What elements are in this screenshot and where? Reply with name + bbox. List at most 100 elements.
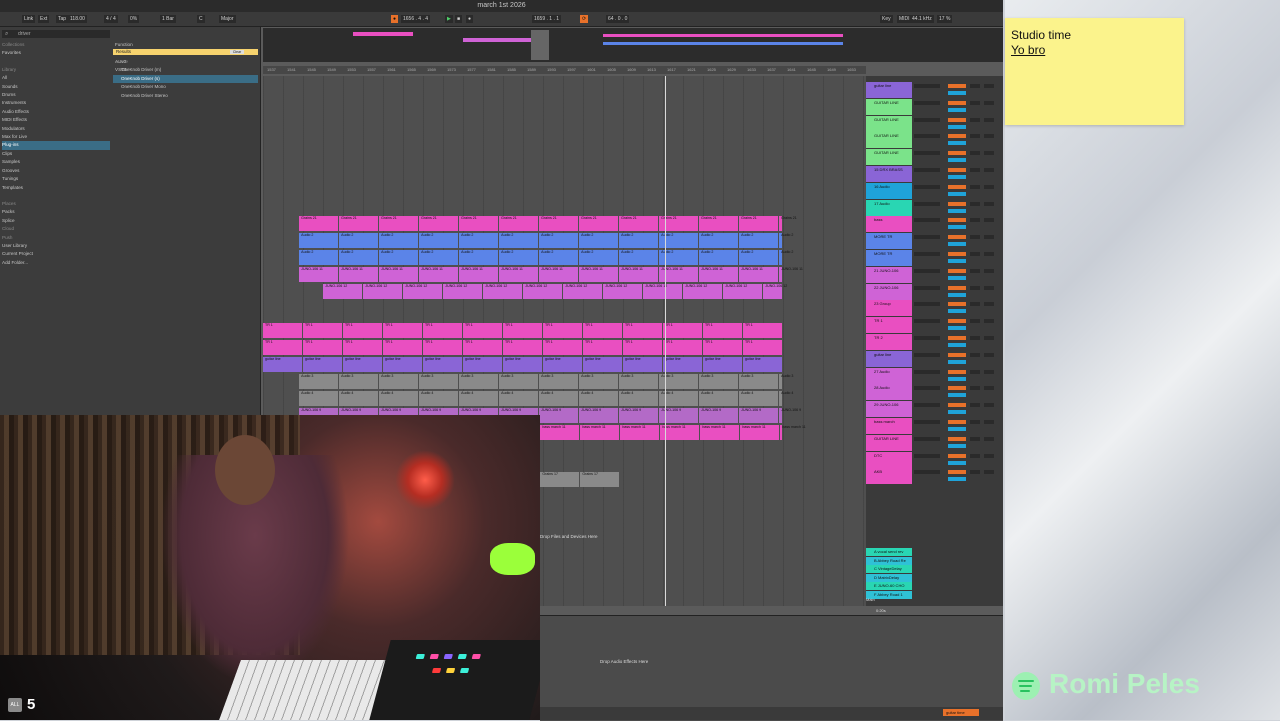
- arrangement-clip[interactable]: TR 1: [383, 340, 422, 355]
- arrangement-clip[interactable]: Audio 4: [459, 391, 499, 406]
- arrangement-clip[interactable]: JUNO-106 9: [619, 408, 659, 423]
- key-map-button[interactable]: Key: [880, 15, 893, 23]
- track-mixer-controls[interactable]: [914, 166, 1003, 182]
- arrangement-clip[interactable]: Audio 3: [619, 374, 659, 389]
- master-track[interactable]: Main: [866, 597, 875, 602]
- arrangement-clip[interactable]: Audio 3: [379, 374, 419, 389]
- track-mixer-controls[interactable]: [914, 216, 1003, 232]
- track-mixer-controls[interactable]: [914, 300, 1003, 316]
- arrangement-clip[interactable]: Audio 2: [339, 250, 379, 265]
- arrangement-clip[interactable]: TR 1: [343, 340, 382, 355]
- loop-length[interactable]: 64 . 0 . 0: [606, 15, 630, 23]
- arrangement-clip[interactable]: TR 1: [303, 323, 342, 338]
- arrangement-clip[interactable]: Audio 4: [339, 391, 379, 406]
- arrangement-clip[interactable]: Audio 2: [459, 250, 499, 265]
- arrangement-clip[interactable]: Audio 2: [699, 233, 739, 248]
- track-mixer-controls[interactable]: [914, 132, 1003, 148]
- track-header[interactable]: 22 JUNO-106: [866, 283, 912, 300]
- arrangement-clip[interactable]: Grains 21: [579, 216, 619, 231]
- track-header[interactable]: GUITAR LINE: [866, 115, 912, 132]
- arrangement-clip[interactable]: Audio 4: [699, 391, 739, 406]
- arrangement-clip[interactable]: guitar line: [623, 357, 662, 372]
- arrangement-clip[interactable]: JUNO-106 11: [739, 267, 779, 282]
- track-lane[interactable]: JUNO-106 11 JUNO-106 11 JUNO-106 11 JUNO-10…: [263, 267, 866, 283]
- arrangement-clip[interactable]: Audio 4: [419, 391, 459, 406]
- arrangement-clip[interactable]: Audio 3: [579, 374, 619, 389]
- arrangement-clip[interactable]: Audio 2: [699, 250, 739, 265]
- track-header[interactable]: 21 JUNO-106: [866, 266, 912, 283]
- return-track[interactable]: B Abbey Road Re: [866, 556, 912, 565]
- track-mixer-controls[interactable]: [914, 401, 1003, 417]
- track-header[interactable]: GUITAR LINE: [866, 132, 912, 149]
- arrangement-clip[interactable]: JUNO-106 11: [379, 267, 419, 282]
- track-mixer-controls[interactable]: [914, 452, 1003, 468]
- arrangement-clip[interactable]: Audio 3: [739, 374, 779, 389]
- browser-search[interactable]: ⌕ driver: [2, 30, 110, 38]
- track-lane[interactable]: guitar line guitar line guitar line guitar …: [263, 357, 866, 373]
- return-track[interactable]: A vocal send rev: [866, 548, 912, 556]
- track-mixer-controls[interactable]: [914, 183, 1003, 199]
- track-header[interactable]: bass: [866, 216, 912, 233]
- sidebar-item-push[interactable]: Push: [2, 234, 110, 242]
- arrangement-clip[interactable]: Audio 2: [419, 233, 459, 248]
- arrangement-clip[interactable]: JUNO-106 11: [779, 267, 803, 282]
- sidebar-item-splice[interactable]: Splice: [2, 217, 110, 225]
- track-mixer-controls[interactable]: [914, 351, 1003, 367]
- arrangement-clip[interactable]: guitar line: [383, 357, 422, 372]
- arrangement-clip[interactable]: Audio 3: [419, 374, 459, 389]
- arrangement-clip[interactable]: TR 1: [743, 323, 782, 338]
- arrangement-clip[interactable]: TR 1: [263, 340, 302, 355]
- arrangement-clip[interactable]: Audio 3: [539, 374, 579, 389]
- track-mixer-controls[interactable]: [914, 149, 1003, 165]
- return-track[interactable]: C VintageDelay: [866, 565, 912, 573]
- arrangement-clip[interactable]: Audio 4: [579, 391, 619, 406]
- time-signature[interactable]: 4 / 4: [104, 15, 118, 23]
- arrangement-clip[interactable]: Audio 4: [619, 391, 659, 406]
- arrangement-clip[interactable]: TR 1: [663, 323, 702, 338]
- playhead[interactable]: [665, 76, 666, 606]
- arrangement-clip[interactable]: Grains 21: [419, 216, 459, 231]
- arrangement-clip[interactable]: Grains 21: [499, 216, 539, 231]
- beat-ruler[interactable]: 1537 1541 1545 1549 1553 1557 1561 1565 …: [263, 66, 866, 74]
- arrangement-clip[interactable]: JUNO-106 11: [619, 267, 659, 282]
- arrangement-clip[interactable]: TR 1: [463, 323, 502, 338]
- arrangement-clip[interactable]: JUNO-106 12: [483, 284, 523, 299]
- track-mixer-controls[interactable]: [914, 334, 1003, 350]
- track-header[interactable]: GUITAR LINE: [866, 98, 912, 115]
- arrangement-clip[interactable]: Audio 2: [739, 250, 779, 265]
- track-mixer-controls[interactable]: [914, 368, 1003, 384]
- ext-button[interactable]: Ext: [38, 15, 50, 23]
- arrangement-clip[interactable]: JUNO-106 12: [563, 284, 603, 299]
- arrangement-clip[interactable]: TR 1: [583, 340, 622, 355]
- arrangement-clip[interactable]: guitar line: [703, 357, 742, 372]
- sidebar-item-packs[interactable]: Packs: [2, 208, 110, 216]
- arrangement-clip[interactable]: TR 1: [263, 323, 302, 338]
- device-view[interactable]: [540, 615, 1003, 721]
- arrangement-clip[interactable]: TR 1: [703, 323, 742, 338]
- track-header[interactable]: guitar line: [866, 82, 912, 98]
- arrangement-clip[interactable]: Audio 4: [379, 391, 419, 406]
- track-header[interactable]: GUITAR LINE: [866, 434, 912, 451]
- arrangement-clip[interactable]: TR 1: [423, 340, 462, 355]
- sidebar-item-sounds[interactable]: Sounds: [2, 83, 110, 91]
- sidebar-item-cloud[interactable]: Cloud: [2, 225, 110, 233]
- arrangement-clip[interactable]: Audio 2: [419, 250, 459, 265]
- track-mixer-controls[interactable]: [914, 116, 1003, 132]
- arrangement-clip[interactable]: JUNO-106 12: [443, 284, 483, 299]
- list-item[interactable]: OneKnob Driver (s): [113, 74, 258, 84]
- arrangement-clip[interactable]: Audio 4: [499, 391, 539, 406]
- arrangement-clip[interactable]: Grains 17: [580, 472, 619, 487]
- arrangement-clip[interactable]: Audio 3: [459, 374, 499, 389]
- track-mixer-controls[interactable]: [914, 267, 1003, 283]
- sidebar-item-instruments[interactable]: Instruments: [2, 99, 110, 107]
- play-icon[interactable]: ▶: [445, 15, 453, 23]
- track-mixer-controls[interactable]: [914, 233, 1003, 249]
- arrangement-clip[interactable]: JUNO-106 9: [579, 408, 619, 423]
- clear-button[interactable]: Clear: [230, 50, 244, 54]
- track-mixer-controls[interactable]: [914, 317, 1003, 333]
- tempo-field[interactable]: 118.00: [68, 15, 87, 23]
- arrangement-clip[interactable]: Audio 2: [499, 250, 539, 265]
- track-header[interactable]: TR 1: [866, 317, 912, 334]
- arrangement-clip[interactable]: Audio 2: [739, 233, 779, 248]
- arrangement-clip[interactable]: guitar line: [503, 357, 542, 372]
